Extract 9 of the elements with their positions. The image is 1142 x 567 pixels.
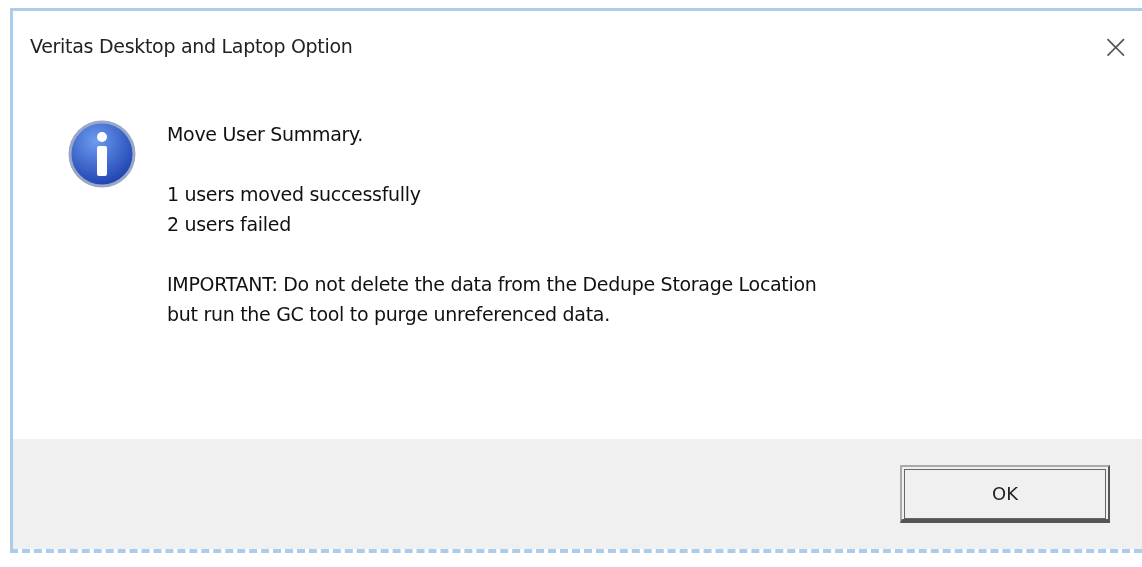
window-title: Veritas Desktop and Laptop Option: [30, 35, 353, 57]
message-heading: Move User Summary.: [167, 122, 365, 147]
message-line: 1 users moved successfully: [167, 182, 422, 207]
important-note-line: but run the GC tool to purge unreferenced data.: [167, 302, 611, 327]
message-line: 2 users failed: [167, 212, 292, 237]
ok-button[interactable]: OK: [900, 465, 1110, 523]
info-icon: [67, 119, 137, 189]
important-note-line: IMPORTANT: Do not delete the data from the Dedupe Storage Location: [167, 272, 817, 297]
close-button[interactable]: ×: [1101, 29, 1130, 63]
